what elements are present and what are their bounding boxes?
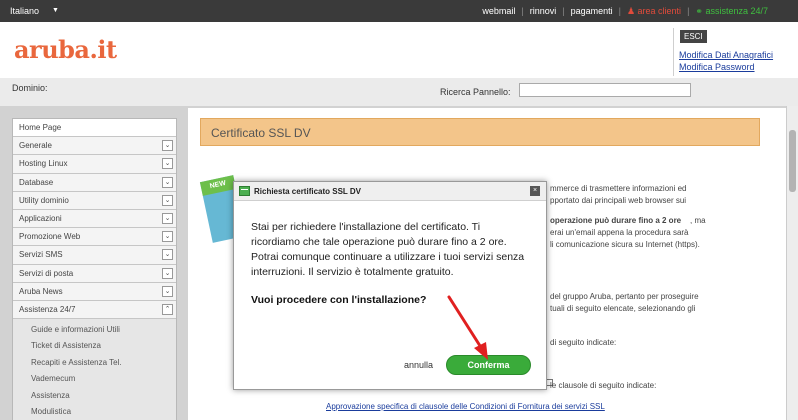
certificate-icon [239,186,250,196]
sidebar-item-home[interactable]: Home Page [13,119,176,138]
nav-divider: | [618,6,621,16]
chevron-down-icon[interactable]: ⌄ [162,158,173,170]
page-scrollbar[interactable] [786,106,798,420]
caret-down-icon[interactable]: ▼ [52,7,59,14]
sidebar-item-label: Database [19,177,54,187]
area-clienti-link[interactable]: area clienti [638,6,682,17]
sidebar-item-label: Home Page [19,123,62,132]
chevron-down-icon[interactable]: ⌄ [162,194,173,206]
chevron-down-icon[interactable]: ⌄ [162,267,173,279]
rinnovi-link[interactable]: rinnovi [530,6,557,17]
language-selector[interactable]: Italiano [10,6,39,16]
modifica-anagrafici-link[interactable]: Modifica Dati Anagrafici [679,50,773,60]
nav-divider: | [521,6,524,16]
body-text: mmerce di trasmettere informazioni ed [550,184,687,193]
top-bar: Italiano ▼ webmail | rinnovi | pagamenti… [0,0,798,22]
sidebar-subitem[interactable]: Modulistica [13,404,176,420]
conditions-link[interactable]: Approvazione specifica di clausole delle… [326,402,605,411]
body-text: operazione può durare fino a 2 ore [550,216,682,225]
chevron-down-icon[interactable]: ⌄ [162,231,173,243]
nav-divider: | [562,6,565,16]
sidebar-item-hosting-linux[interactable]: Hosting Linux ⌄ [13,155,176,174]
confirm-dialog: Richiesta certificato SSL DV × Stai per … [233,181,547,390]
sidebar-item-servizi-di-posta[interactable]: Servizi di posta ⌄ [13,264,176,283]
sidebar-subitem[interactable]: Recapiti e Assistenza Tel. [13,354,176,372]
webmail-link[interactable]: webmail [482,6,515,17]
chevron-up-icon[interactable]: ⌃ [162,303,173,315]
cancel-button[interactable]: annulla [404,360,433,370]
sidebar-item-generale[interactable]: Generale ⌄ [13,137,176,156]
sidebar-item-label: Generale [19,141,52,151]
body-text: tuali di seguito elencate, selezionando … [550,304,696,313]
header: aruba.it ESCI Modifica Dati Anagrafici M… [0,22,798,78]
confirm-button[interactable]: Conferma [446,355,531,375]
section-header: Certificato SSL DV [200,118,760,146]
domain-bar: Dominio: Ricerca Pannello: [0,78,798,106]
dominio-label: Dominio: [12,83,48,93]
sidebar-submenu: Guide e informazioni Utili Ticket di Ass… [13,319,176,420]
dialog-title: Richiesta certificato SSL DV [254,187,361,196]
dialog-question: Vuoi procedere con l'installazione? [251,294,427,306]
sidebar-item-applicazioni[interactable]: Applicazioni ⌄ [13,209,176,229]
sidebar-item-label: Utility dominio [19,195,69,205]
sidebar-item-database[interactable]: Database ⌄ [13,173,176,192]
sidebar-item-servizi-sms[interactable]: Servizi SMS ⌄ [13,246,176,265]
sidebar-item-aruba-news[interactable]: Aruba News ⌄ [13,282,176,301]
user-icon: ♟ [626,6,638,16]
assistenza-link[interactable]: assistenza 24/7 [705,6,768,17]
sidebar-item-assistenza[interactable]: Assistenza 24/7 ⌃ [13,300,176,320]
page-title: Certificato SSL DV [211,126,311,140]
close-icon[interactable]: × [530,186,540,196]
headset-icon: ⚭ [695,6,706,16]
sidebar: Home Page Generale ⌄ Hosting Linux ⌄ Datab… [12,118,177,420]
body-text: erai un'email appena la procedura sarà [550,228,689,237]
pagamenti-link[interactable]: pagamenti [571,6,613,17]
sidebar-item-utility-dominio[interactable]: Utility dominio ⌄ [13,191,176,210]
sidebar-item-label: Assistenza 24/7 [19,304,76,314]
body-text: del gruppo Aruba, pertanto per proseguir… [550,292,699,301]
sidebar-subitem[interactable]: Ticket di Assistenza [13,338,176,355]
chevron-down-icon[interactable]: ⌄ [162,140,173,152]
search-label: Ricerca Pannello: [440,87,511,97]
modifica-password-link[interactable]: Modifica Password [679,62,755,72]
chevron-down-icon[interactable]: ⌄ [162,285,173,297]
top-nav: webmail | rinnovi | pagamenti | ♟ area c… [482,6,768,17]
sidebar-subitem[interactable]: Assistenza [13,387,176,405]
esci-button[interactable]: ESCI [680,30,707,43]
sidebar-item-label: Servizi di posta [19,268,74,278]
chevron-down-icon[interactable]: ⌄ [162,176,173,188]
body-text: di seguito indicate: [550,338,617,347]
dialog-titlebar: Richiesta certificato SSL DV × [234,182,546,201]
sidebar-item-label: Promozione Web [19,232,81,242]
chevron-down-icon[interactable]: ⌄ [162,249,173,261]
scrollbar-thumb[interactable] [789,130,796,192]
sidebar-subitem[interactable]: Guide e informazioni Utili [13,322,176,339]
aruba-logo[interactable]: aruba.it [14,35,117,64]
sidebar-subitem[interactable]: Vademecum [13,371,176,388]
sidebar-item-label: Servizi SMS [19,250,63,260]
body-text: pportato dai principali web browser sui [550,196,687,205]
body-text: le clausole di seguito indicate: [550,381,657,390]
sidebar-item-label: Hosting Linux [19,159,68,169]
body-text: , ma [690,216,706,225]
sidebar-item-label: Aruba News [19,286,63,296]
account-box: ESCI Modifica Dati Anagrafici Modifica P… [673,28,785,76]
body-text: li comunicazione sicura su Internet (htt… [550,240,700,249]
sidebar-item-promozione-web[interactable]: Promozione Web ⌄ [13,228,176,247]
sidebar-item-label: Applicazioni [19,213,62,223]
chevron-down-icon[interactable]: ⌄ [162,212,173,224]
search-input[interactable] [519,83,691,97]
nav-divider: | [687,6,690,16]
dialog-message: Stai per richiedere l'installazione del … [251,221,525,278]
